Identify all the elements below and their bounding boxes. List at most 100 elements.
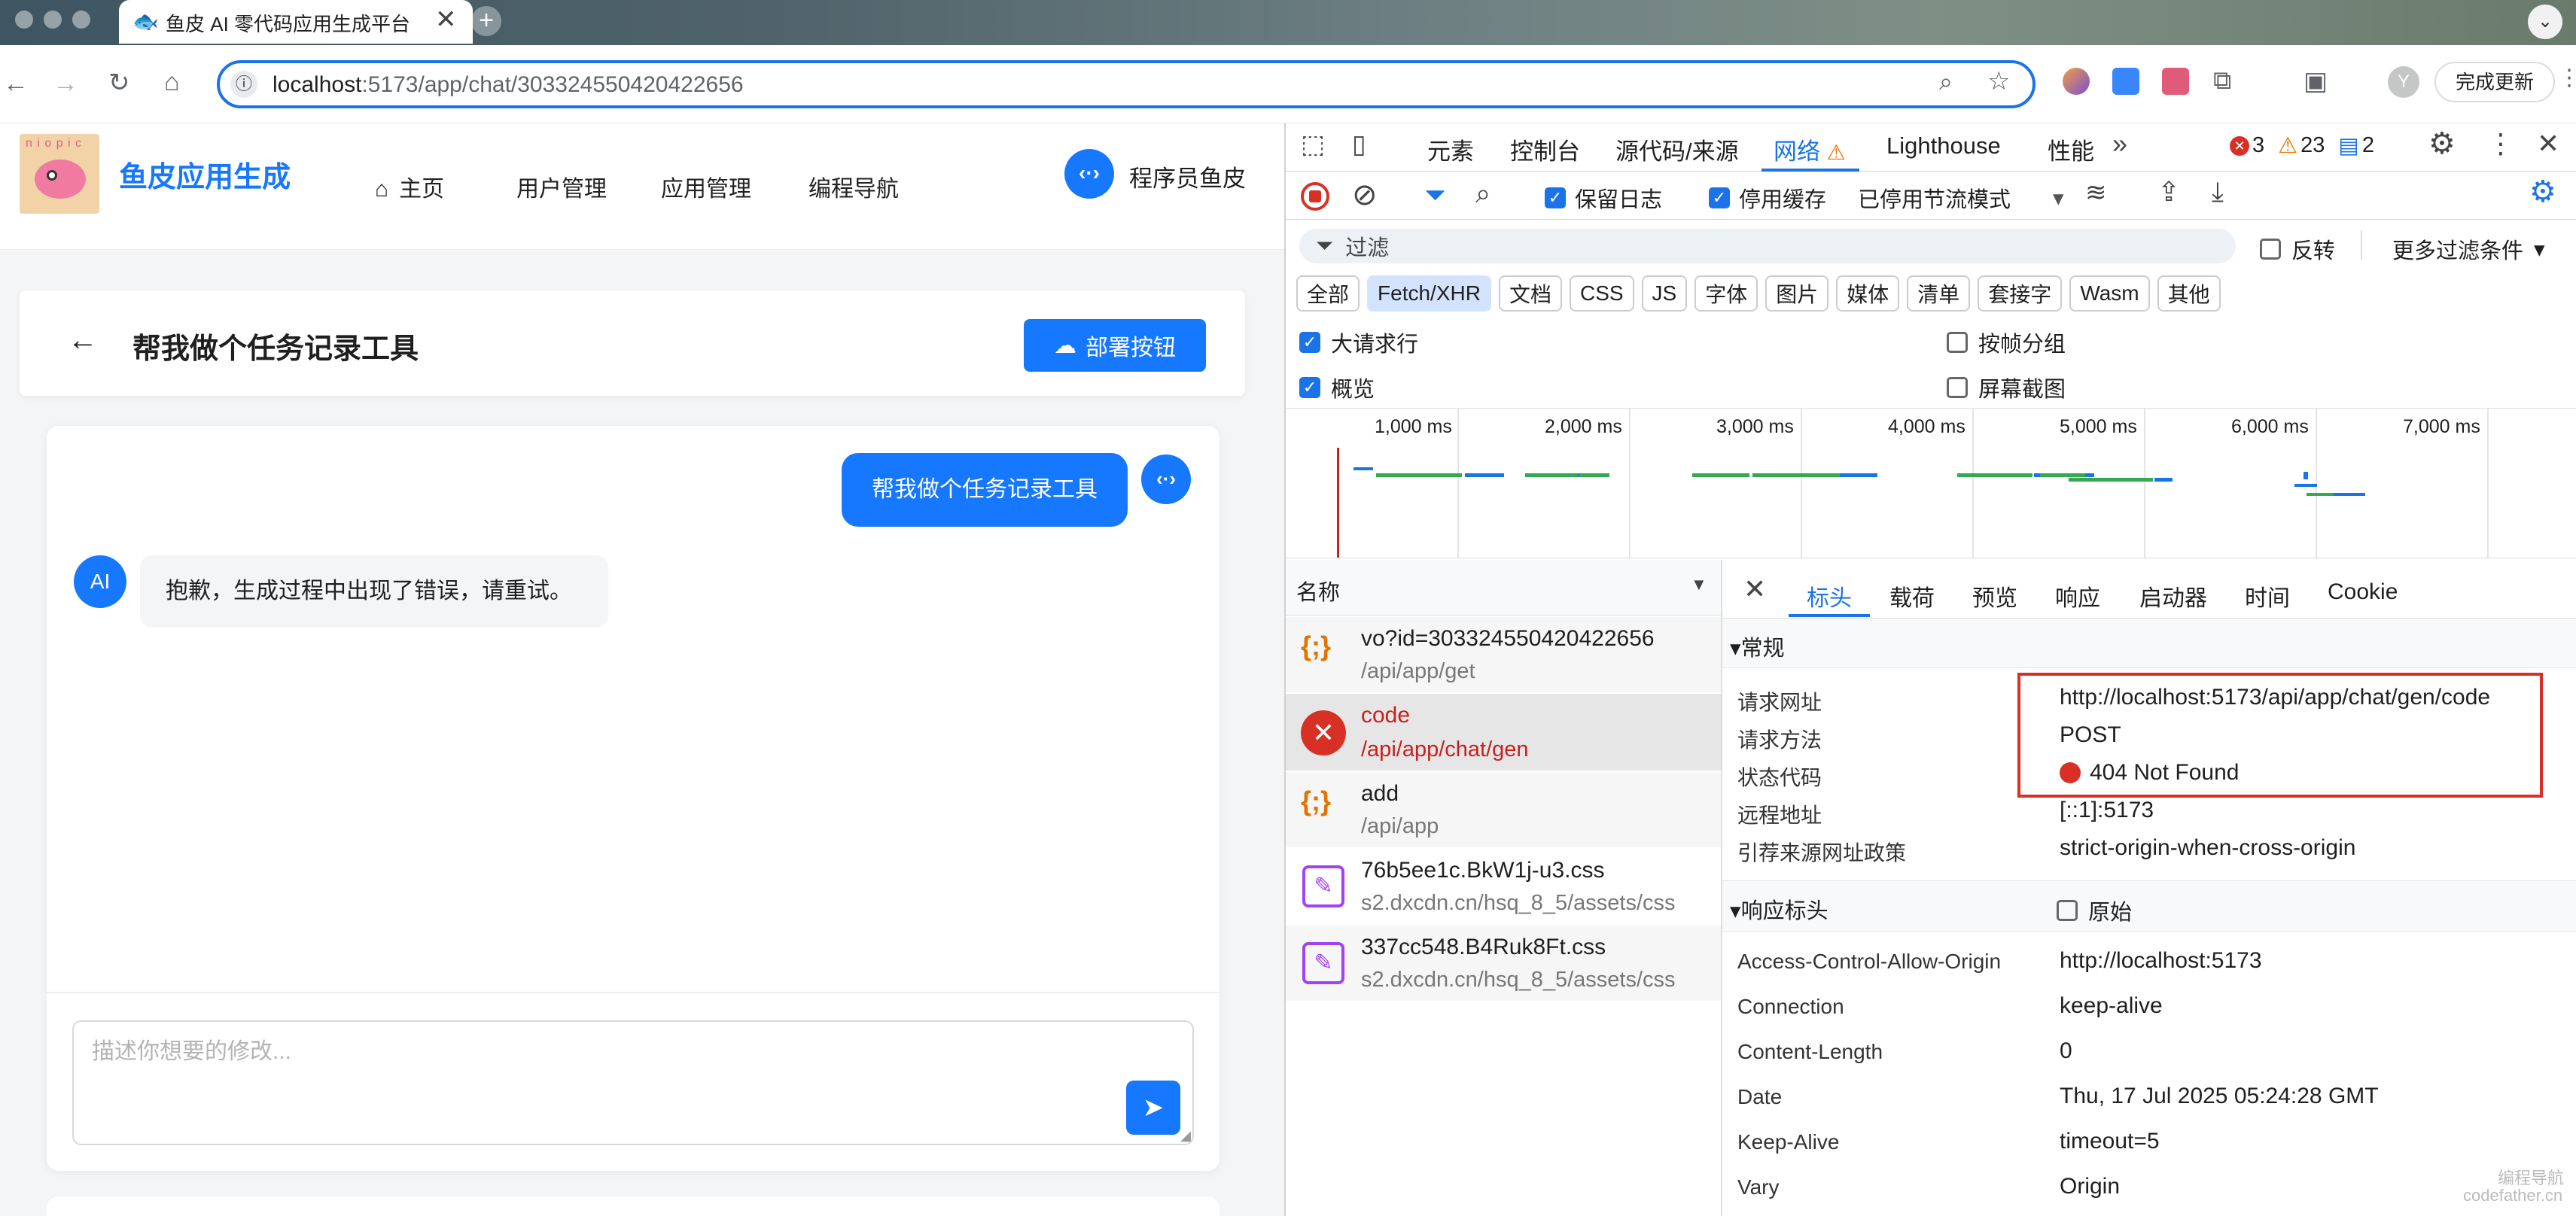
devtools-tab-console[interactable]: 控制台: [1510, 132, 1580, 166]
back-arrow-icon[interactable]: ←: [3, 69, 29, 99]
window-minimize-dot[interactable]: [44, 11, 62, 29]
settings-gear-icon[interactable]: ⚙: [2428, 126, 2456, 161]
filter-media[interactable]: 媒体: [1836, 275, 1900, 312]
forward-arrow-icon[interactable]: →: [53, 69, 78, 99]
back-arrow-icon[interactable]: ←: [68, 324, 98, 357]
console-counts[interactable]: ✕ 3 ⚠ 23 ▤ 2: [2230, 132, 2374, 159]
disable-cache-checkbox[interactable]: ✓ 停用缓存: [1709, 182, 1826, 214]
extension-2-icon[interactable]: [2112, 68, 2139, 95]
request-row-selected[interactable]: ✕ code /api/app/chat/gen: [1286, 694, 1721, 771]
profile-avatar[interactable]: Y: [2388, 66, 2419, 98]
nav-user-management[interactable]: 用户管理: [516, 170, 607, 203]
finish-update-button[interactable]: 完成更新: [2434, 62, 2555, 102]
extensions-puzzle-icon[interactable]: ⧉: [2213, 66, 2231, 96]
screenshot-icon[interactable]: ▣: [2303, 66, 2328, 96]
filter-all[interactable]: 全部: [1296, 275, 1360, 312]
user-avatar-code-icon[interactable]: ‹·›: [1064, 149, 1114, 199]
request-row[interactable]: {;} vo?id=303324550420422656 /api/app/ge…: [1286, 617, 1721, 692]
devtools-tab-elements[interactable]: 元素: [1427, 132, 1474, 166]
nav-programming-guide[interactable]: 编程导航: [808, 170, 899, 203]
detail-tab-preview[interactable]: 预览: [1972, 579, 2017, 613]
resize-handle-icon[interactable]: ◢: [1180, 1128, 1191, 1144]
filter-wasm[interactable]: Wasm: [2069, 275, 2150, 312]
reload-icon[interactable]: ↻: [108, 68, 130, 98]
filter-css[interactable]: CSS: [1569, 275, 1634, 312]
devtools-tab-sources[interactable]: 源代码/来源: [1615, 132, 1739, 166]
window-zoom-dot[interactable]: [72, 11, 90, 29]
user-name[interactable]: 程序员鱼皮: [1129, 160, 1246, 193]
close-detail-icon[interactable]: ✕: [1743, 573, 1766, 605]
browser-menu-icon[interactable]: ⋮: [2558, 65, 2576, 91]
request-list-header[interactable]: 名称 ▼: [1286, 560, 1721, 616]
export-har-download-icon[interactable]: ⤓: [2212, 176, 2224, 208]
devtools-tab-performance[interactable]: 性能: [2048, 132, 2094, 166]
response-headers-section-header[interactable]: ▾响应标头 原始: [1722, 880, 2576, 932]
detail-tab-timing[interactable]: 时间: [2245, 579, 2290, 613]
network-settings-gear-icon[interactable]: ⚙: [2529, 175, 2556, 209]
record-stop-icon[interactable]: [1301, 182, 1329, 211]
network-conditions-wifi-icon[interactable]: ≋: [2085, 178, 2107, 208]
more-filters-dropdown[interactable]: 更多过滤条件 ▾: [2392, 233, 2545, 265]
screenshots-checkbox[interactable]: 屏幕截图: [1947, 372, 2066, 403]
message-input[interactable]: 描述你想要的修改... ◢: [72, 1020, 1194, 1145]
big-request-rows-checkbox[interactable]: ✓ 大请求行: [1299, 327, 1418, 358]
filter-doc[interactable]: 文档: [1498, 275, 1562, 312]
filter-funnel-icon[interactable]: ⏷: [1424, 179, 1446, 211]
filter-input[interactable]: ⏷ 过滤: [1299, 229, 2236, 263]
window-close-dot[interactable]: [15, 11, 33, 29]
site-info-icon[interactable]: ⓘ: [230, 71, 257, 98]
raw-checkbox[interactable]: 原始: [2057, 895, 2132, 926]
request-row[interactable]: {;} add /api/app: [1286, 772, 1721, 847]
devtools-menu-icon[interactable]: ⋮: [2487, 128, 2514, 160]
tab-close-icon[interactable]: ✕: [435, 5, 457, 35]
device-toolbar-icon[interactable]: ▯: [1352, 129, 1366, 160]
request-row[interactable]: ✎ 337cc548.B4Ruk8Ft.css s2.dxcdn.cn/hsq_…: [1286, 926, 1721, 1001]
zoom-icon[interactable]: ⌕: [1939, 68, 1953, 96]
preserve-log-checkbox[interactable]: ✓ 保留日志: [1545, 182, 1662, 214]
new-tab-plus-icon[interactable]: +: [471, 6, 501, 36]
detail-tab-response[interactable]: 响应: [2055, 579, 2100, 613]
group-by-frame-checkbox[interactable]: 按帧分组: [1947, 327, 2066, 358]
clear-log-icon[interactable]: ⊘: [1352, 178, 1378, 212]
search-icon[interactable]: ⌕: [1475, 178, 1490, 210]
devtools-tab-lighthouse[interactable]: Lighthouse: [1886, 132, 2001, 160]
request-row[interactable]: ✎ 76b5ee1c.BkW1j-u3.css s2.dxcdn.cn/hsq_…: [1286, 849, 1721, 924]
filter-other[interactable]: 其他: [2157, 275, 2221, 312]
sort-caret-icon[interactable]: ▼: [1691, 575, 1707, 594]
browser-tab-active[interactable]: 🐟 鱼皮 AI 零代码应用生成平台 ✕: [119, 0, 473, 44]
more-tabs-chevron-icon[interactable]: »: [2112, 128, 2127, 160]
devtools-tab-network[interactable]: 网络 ⚠: [1774, 132, 1846, 166]
site-logo[interactable]: n i o p i c: [20, 134, 99, 214]
filter-js[interactable]: JS: [1641, 275, 1688, 312]
close-devtools-icon[interactable]: ✕: [2537, 128, 2559, 160]
filter-socket[interactable]: 套接字: [1978, 275, 2063, 312]
throttle-select[interactable]: 已停用节流模式 ▾: [1858, 182, 2064, 214]
address-bar[interactable]: ⓘ localhost:5173/app/chat/30332455042042…: [217, 60, 2036, 108]
invert-checkbox[interactable]: 反转: [2260, 233, 2335, 265]
detail-tab-payload[interactable]: 载荷: [1889, 579, 1935, 613]
timeline-overview[interactable]: 1,000 ms 2,000 ms 3,000 ms 4,000 ms 5,00…: [1286, 408, 2576, 558]
send-button[interactable]: ➤: [1126, 1081, 1180, 1135]
filter-font[interactable]: 字体: [1694, 275, 1758, 312]
bookmark-star-icon[interactable]: ☆: [1987, 66, 2010, 96]
site-brand[interactable]: 鱼皮应用生成: [119, 154, 291, 195]
extension-1-icon[interactable]: [2063, 68, 2090, 95]
detail-tab-cookie[interactable]: Cookie: [2328, 579, 2398, 605]
name-column-header[interactable]: 名称: [1296, 575, 1340, 606]
detail-tab-initiator[interactable]: 启动器: [2139, 579, 2207, 613]
filter-fetch-xhr[interactable]: Fetch/XHR: [1367, 275, 1491, 312]
extension-3-icon[interactable]: [2162, 68, 2189, 95]
tab-search-chevron-icon[interactable]: ⌄: [2528, 5, 2562, 39]
detail-tab-headers[interactable]: 标头: [1807, 579, 1852, 613]
home-icon[interactable]: ⌂: [164, 68, 180, 97]
url-text[interactable]: localhost:5173/app/chat/3033245504204226…: [273, 72, 744, 98]
nav-app-management[interactable]: 应用管理: [661, 170, 751, 203]
import-har-upload-icon[interactable]: ⇪: [2157, 176, 2180, 208]
inspect-element-icon[interactable]: ⬚: [1301, 129, 1325, 160]
deploy-button[interactable]: ☁ 部署按钮: [1024, 319, 1206, 372]
nav-home[interactable]: ⌂ 主页: [375, 170, 444, 203]
filter-manifest[interactable]: 清单: [1907, 275, 1971, 312]
overview-checkbox[interactable]: ✓ 概览: [1299, 372, 1375, 403]
filter-img[interactable]: 图片: [1765, 275, 1829, 312]
general-section-header[interactable]: ▾常规: [1722, 619, 2576, 668]
